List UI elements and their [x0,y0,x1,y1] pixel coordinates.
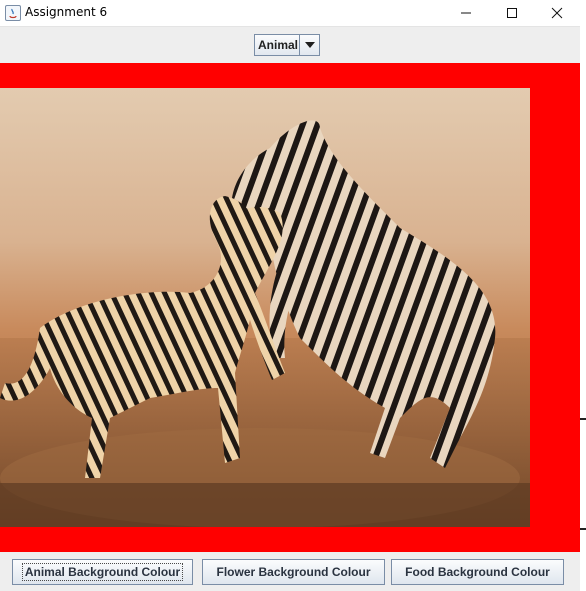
close-icon [551,7,563,19]
food-background-label: Food Background Colour [405,565,550,579]
close-button[interactable] [534,0,580,26]
toolbar: Animal [0,27,580,63]
zebra-photo [0,88,530,527]
combo-arrow-button[interactable] [299,35,319,55]
title-bar: Assignment 6 [0,0,580,27]
chevron-down-icon [304,42,315,48]
minimize-button[interactable] [443,0,489,26]
image-panel [0,63,580,552]
edge-tick [580,528,586,530]
food-background-button[interactable]: Food Background Colour [391,559,564,585]
maximize-button[interactable] [489,0,535,26]
maximize-icon [507,8,517,18]
animal-background-label: Animal Background Colour [21,563,184,581]
minimize-icon [461,12,471,14]
window-edge [580,40,586,552]
window-title: Assignment 6 [25,5,108,19]
category-select[interactable]: Animal [254,34,320,56]
edge-tick [580,418,586,420]
flower-background-button[interactable]: Flower Background Colour [202,559,385,585]
button-bar: Animal Background Colour Flower Backgrou… [0,552,580,591]
java-app-icon [5,5,21,21]
animal-background-button[interactable]: Animal Background Colour [12,559,193,585]
category-select-value: Animal [258,38,299,52]
flower-background-label: Flower Background Colour [216,565,371,579]
